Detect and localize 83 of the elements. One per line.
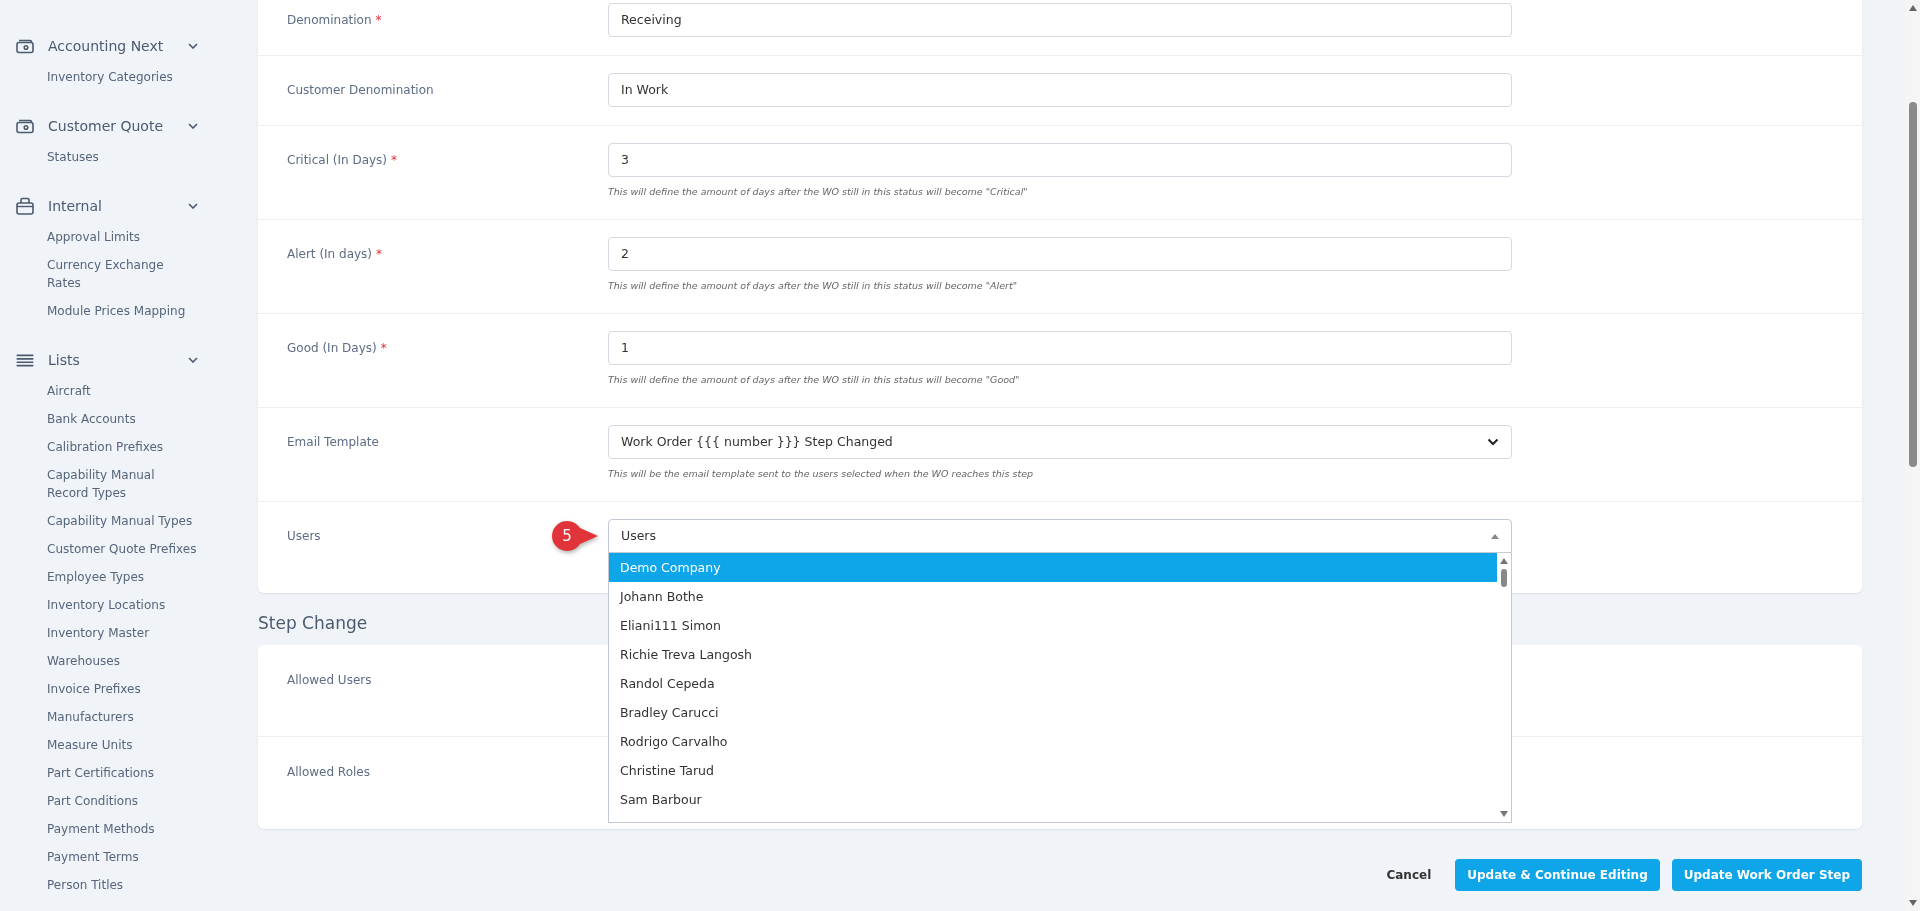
sidebar-section-header[interactable]: Accounting Next	[0, 34, 258, 58]
select-field[interactable]: Work Order {{{ number }}} Step Changed	[608, 425, 1512, 459]
field-label: Denomination	[287, 12, 372, 29]
field-label: Good (In Days)	[287, 340, 377, 357]
sidebar-item[interactable]: Bank Accounts	[47, 410, 199, 428]
chevron-icon	[1487, 438, 1499, 446]
dropdown-option[interactable]: Rodrigo Carvalho	[609, 727, 1497, 756]
scroll-up-icon[interactable]	[1499, 557, 1509, 565]
list-icon	[15, 353, 35, 367]
section-title: Internal	[48, 198, 103, 214]
sidebar-item[interactable]: Warehouses	[47, 652, 199, 670]
field-label: Allowed Users	[287, 672, 372, 689]
required-mark: *	[380, 340, 387, 357]
required-mark: *	[376, 246, 383, 263]
sidebar-item[interactable]: Payment Methods	[47, 820, 199, 838]
field-hint: This will define the amount of days after the WO still in this status will become "Good"	[608, 373, 1021, 387]
sidebar-item[interactable]: Invoice Prefixes	[47, 680, 199, 698]
wallet-icon	[15, 38, 35, 54]
users-select[interactable]: Users	[608, 519, 1512, 553]
scroll-down-icon[interactable]	[1499, 810, 1509, 818]
sidebar-section-header[interactable]: Lists	[0, 348, 258, 372]
scroll-down-icon[interactable]	[1907, 899, 1918, 907]
text-field[interactable]: 1	[608, 331, 1512, 365]
sidebar-item[interactable]: Employee Types	[47, 568, 199, 586]
sidebar-item[interactable]: Calibration Prefixes	[47, 438, 199, 456]
sidebar-item[interactable]: Inventory Locations	[47, 596, 199, 614]
dropdown-option[interactable]: Christine Tarud	[609, 756, 1497, 785]
sidebar-item[interactable]: Inventory Categories	[47, 68, 199, 86]
sidebar-item[interactable]: Module Prices Mapping	[47, 302, 199, 320]
chevron-icon	[188, 357, 198, 363]
dropdown-option[interactable]: Sam Barbour	[609, 785, 1497, 814]
sidebar-section-header[interactable]: Customer Quote	[0, 114, 258, 138]
cancel-link[interactable]: Cancel	[1386, 868, 1432, 882]
field-hint: This will define the amount of days after the WO still in this status will become "Alert"	[608, 279, 1019, 293]
sidebar-item[interactable]: Currency Exchange Rates	[47, 256, 199, 292]
required-mark: *	[391, 152, 398, 169]
section-title: Accounting Next	[48, 38, 165, 54]
step-badge: 5	[550, 519, 600, 553]
field-hint: This will define the amount of days after the WO still in this status will become "Critical"	[608, 185, 1029, 199]
sidebar-item[interactable]: Capability Manual Record Types	[47, 466, 199, 502]
wallet-icon	[15, 118, 35, 134]
text-field[interactable]: 2	[608, 237, 1512, 271]
dropdown-option[interactable]: Eliani111 Simon	[609, 611, 1497, 640]
chevron-icon	[188, 123, 198, 129]
sidebar-item[interactable]: Measure Units	[47, 736, 199, 754]
chevron-icon	[188, 43, 198, 49]
required-mark: *	[375, 12, 382, 29]
text-field[interactable]: 3	[608, 143, 1512, 177]
sidebar-item[interactable]: Payment Terms	[47, 848, 199, 866]
section-title: Customer Quote	[48, 118, 164, 134]
sidebar-item[interactable]: Manufacturers	[47, 708, 199, 726]
dropdown-option[interactable]: Johann Bothe	[609, 582, 1497, 611]
scroll-thumb[interactable]	[1908, 102, 1917, 467]
sidebar-item[interactable]: Customer Quote Prefixes	[47, 540, 199, 558]
sidebar-item[interactable]: Statuses	[47, 148, 199, 166]
briefcase-icon	[15, 197, 35, 215]
sidebar-item[interactable]: Person Titles	[47, 876, 199, 894]
scroll-thumb[interactable]	[1501, 569, 1507, 587]
field-label: Users	[287, 528, 321, 545]
sidebar-item[interactable]: Approval Limits	[47, 228, 199, 246]
caret-icon	[1491, 533, 1499, 539]
field-label: Customer Denomination	[287, 82, 434, 99]
chevron-icon	[188, 203, 198, 209]
field-label: Allowed Roles	[287, 764, 370, 781]
field-label: Email Template	[287, 434, 379, 451]
scroll-up-icon[interactable]	[1907, 4, 1918, 12]
scrollbar[interactable]	[1905, 0, 1920, 911]
dropdown-option[interactable]: Richie Treva Langosh	[609, 640, 1497, 669]
sidebar-item[interactable]: Part Certifications	[47, 764, 199, 782]
text-field[interactable]: In Work	[608, 73, 1512, 107]
field-label: Critical (In Days)	[287, 152, 388, 169]
text-field[interactable]: Receiving	[608, 3, 1512, 37]
sidebar-section-header[interactable]: Internal	[0, 194, 258, 218]
sidebar-item[interactable]: Capability Manual Types	[47, 512, 199, 530]
dropdown-option[interactable]: Bradley Carucci	[609, 698, 1497, 727]
sidebar-item[interactable]: Inventory Master	[47, 624, 199, 642]
field-hint: This will be the email template sent to the users selected when the WO reaches this step	[608, 467, 1035, 481]
sidebar-item[interactable]: Aircraft	[47, 382, 199, 400]
field-label: Alert (In days)	[287, 246, 373, 263]
section-title: Lists	[48, 352, 81, 368]
dropdown-option[interactable]: Randol Cepeda	[609, 669, 1497, 698]
sidebar-item[interactable]: Part Conditions	[47, 792, 199, 810]
section-heading: Step Change	[258, 612, 368, 634]
